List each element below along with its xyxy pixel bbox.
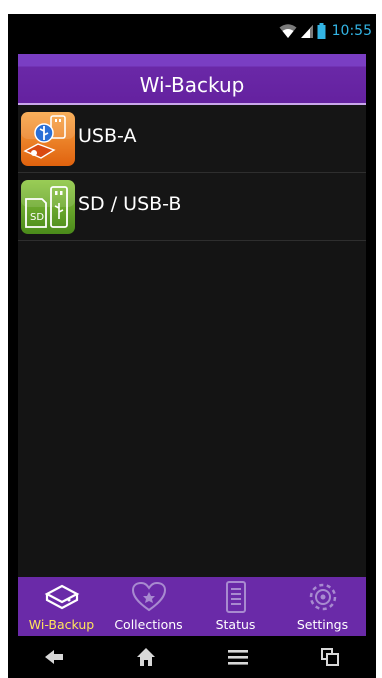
list-item-label: USB-A — [78, 125, 137, 147]
back-icon — [45, 650, 63, 664]
gear-icon — [309, 583, 336, 611]
tab-label: Wi-Backup — [28, 617, 95, 632]
back-button[interactable] — [34, 642, 74, 672]
home-icon — [137, 648, 155, 666]
heart-icon — [131, 581, 166, 612]
tab-label: Collections — [114, 617, 183, 632]
clock-time: 10:55 — [331, 23, 372, 39]
status-list-icon — [225, 581, 246, 613]
tab-label: Settings — [296, 617, 349, 632]
title-bar: Wi-Backup — [18, 54, 366, 105]
tab-settings[interactable]: Settings — [279, 577, 366, 636]
menu-button[interactable] — [218, 642, 258, 672]
tab-wi-backup[interactable]: Wi-Backup — [18, 577, 105, 636]
list-item-sd-usb-b[interactable]: SD SD / USB-B — [18, 173, 366, 241]
app-content: Wi-Backup USB-A SD SD / USB-B — [18, 54, 366, 636]
storage-list: USB-A SD SD / USB-B — [18, 105, 366, 241]
status-indicators: 10:55 — [279, 20, 372, 42]
system-nav-bar — [8, 636, 376, 678]
tab-status[interactable]: Status — [192, 577, 279, 636]
status-bar: 10:55 — [8, 14, 376, 49]
recent-apps-icon — [321, 648, 339, 666]
list-item-usb-a[interactable]: USB-A — [18, 105, 366, 173]
menu-icon — [228, 650, 248, 665]
phone-screen: 10:55 Wi-Backup USB-A SD SD / USB-B Wi-B… — [8, 14, 376, 678]
signal-icon — [300, 25, 313, 38]
home-button[interactable] — [126, 642, 166, 672]
list-item-label: SD / USB-B — [78, 193, 182, 215]
page-title: Wi-Backup — [139, 72, 245, 97]
tab-label: Status — [215, 617, 256, 632]
hard-drive-icon — [44, 584, 79, 610]
usb-drive-icon — [21, 112, 75, 166]
recent-apps-button[interactable] — [310, 642, 350, 672]
wifi-icon — [279, 24, 297, 38]
svg-text:SD: SD — [30, 212, 44, 223]
sd-usb-icon: SD — [21, 180, 75, 234]
bottom-tab-bar: Wi-Backup Collections Status Settings — [18, 577, 366, 636]
battery-icon — [317, 23, 326, 39]
tab-collections[interactable]: Collections — [105, 577, 192, 636]
